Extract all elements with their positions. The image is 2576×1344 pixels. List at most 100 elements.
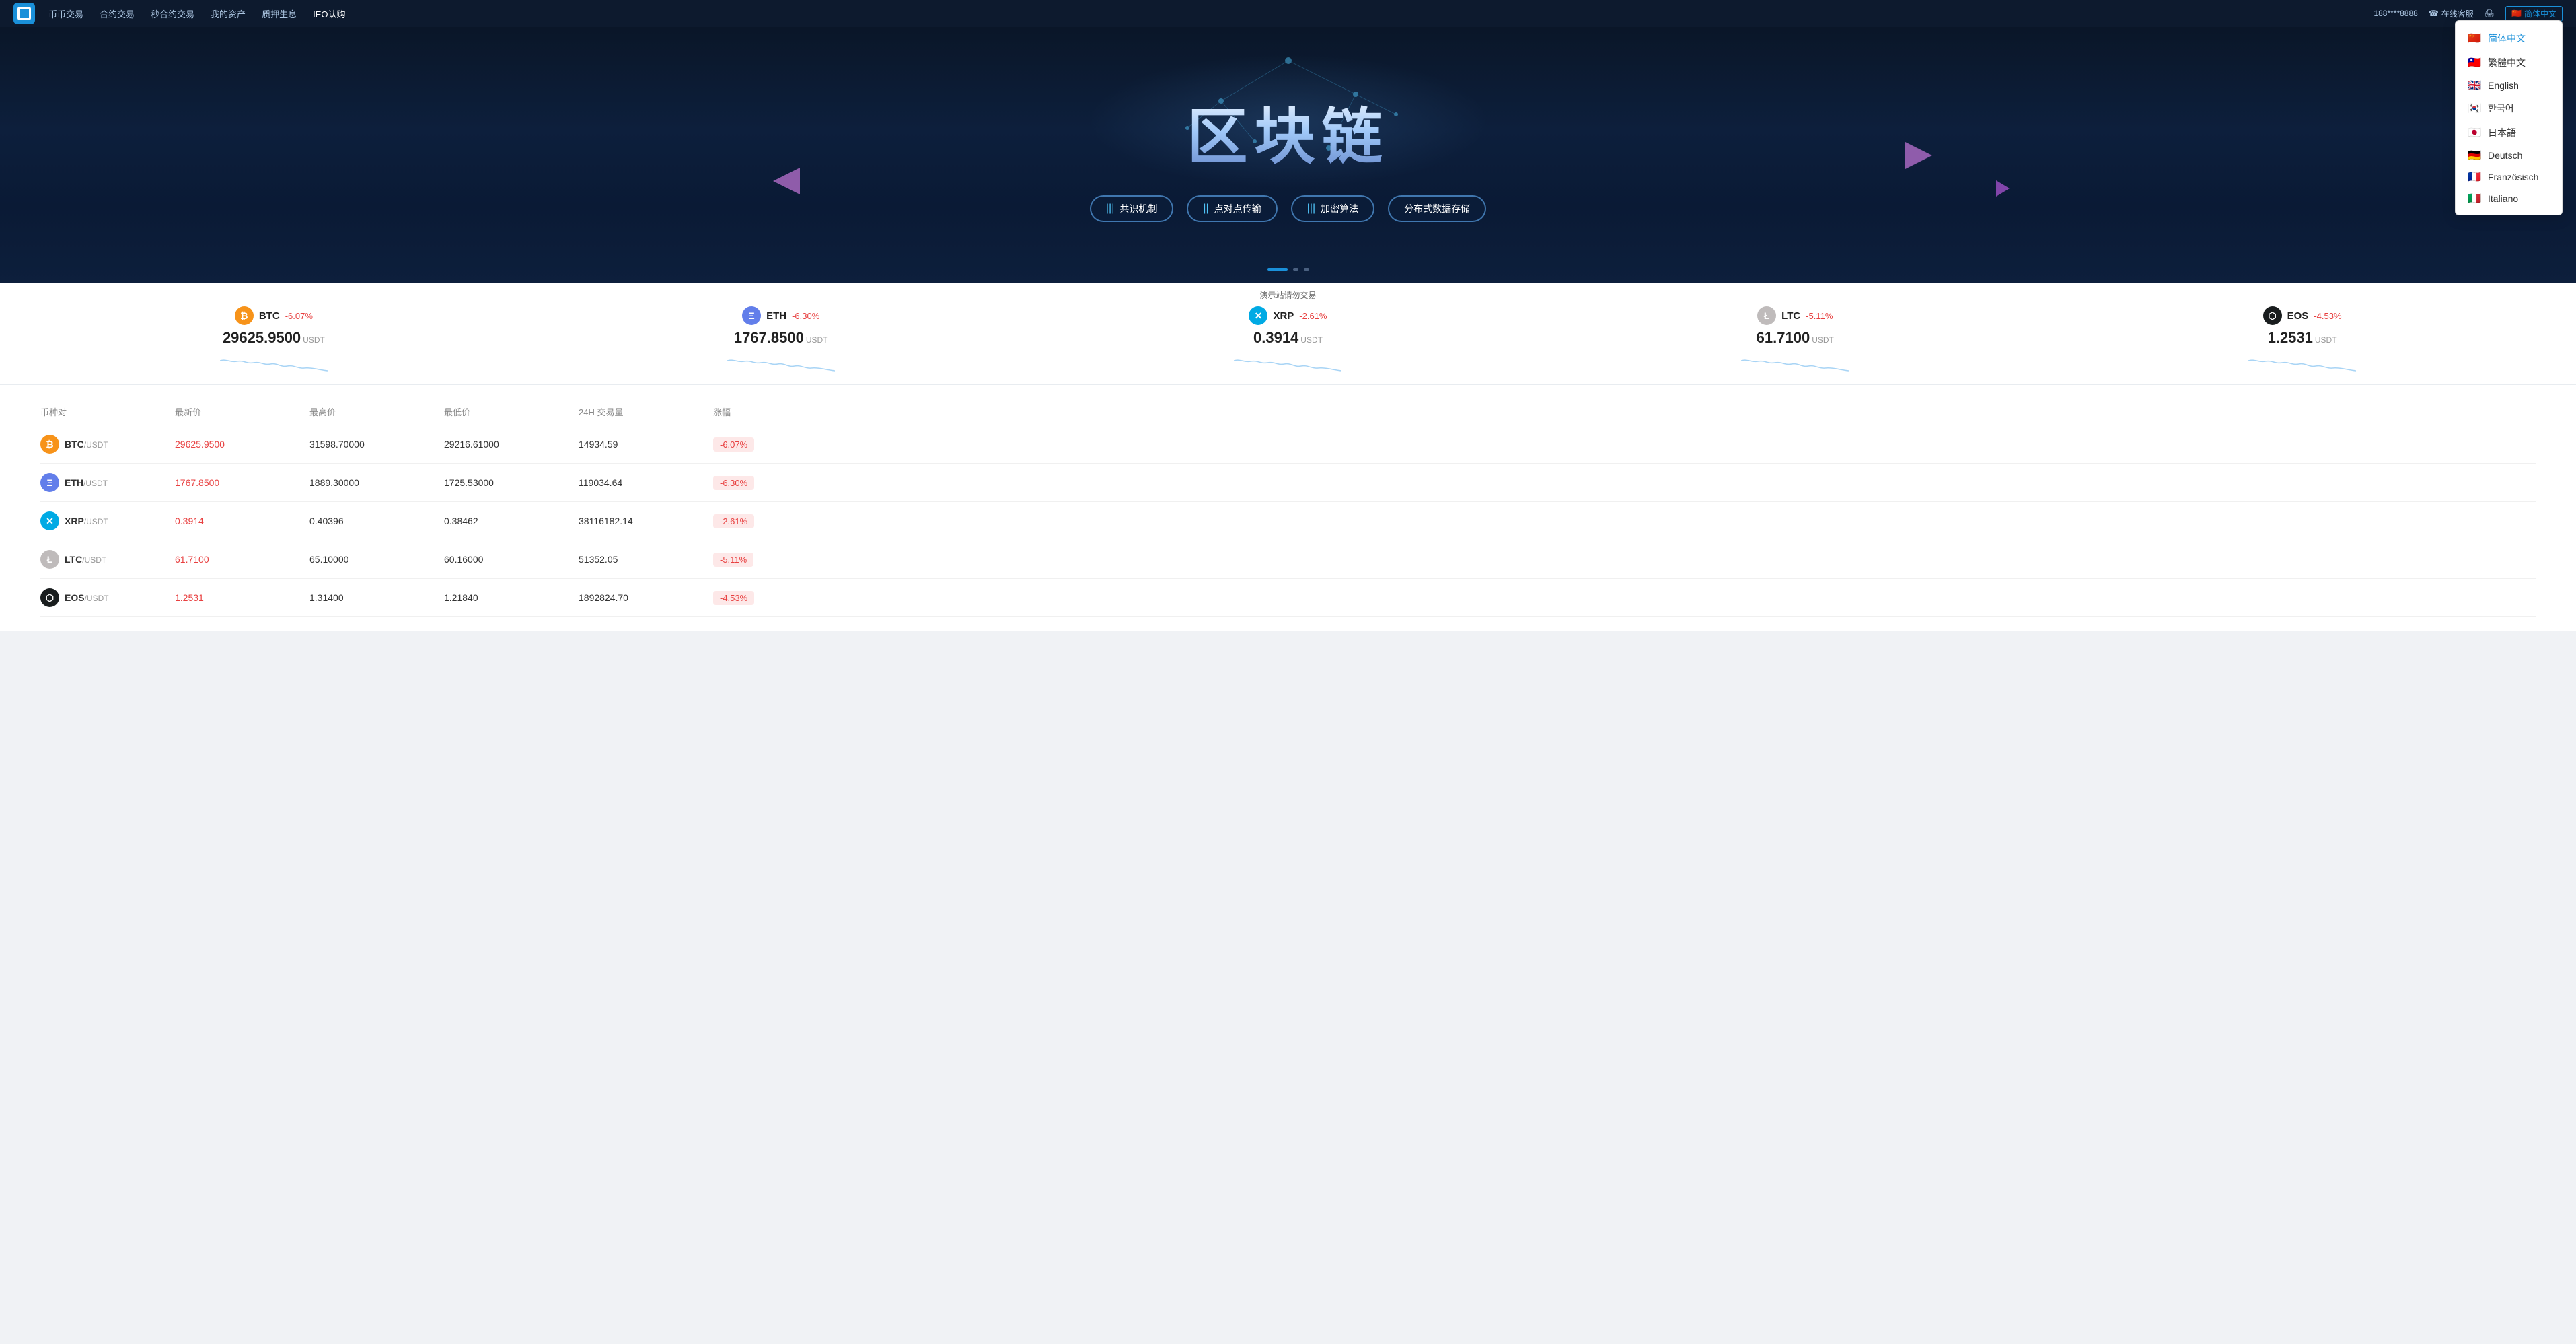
ticker-item-xrp[interactable]: ✕XRP-2.61%0.3914USDT — [1220, 306, 1355, 378]
ticker-price-1: 1767.8500 — [734, 329, 804, 346]
coin-icon-xrp: ✕ — [1249, 306, 1267, 325]
nav-link-2[interactable]: 秒合约交易 — [151, 7, 194, 20]
deco-triangle-small — [1996, 180, 2010, 197]
row-low-4: 1.21840 — [444, 592, 579, 603]
lang-item-zh-TW[interactable]: 🇹🇼繁體中文 — [2456, 50, 2562, 75]
flag-ja: 🇯🇵 — [2468, 128, 2481, 137]
badge-label-0: 共识机制 — [1119, 202, 1157, 215]
row-low-3: 60.16000 — [444, 554, 579, 565]
ticker-chart-0 — [220, 351, 328, 378]
ticker-items: ₿BTC-6.07%29625.9500USDTΞETH-6.30%1767.8… — [27, 306, 2549, 378]
row-change-0: -6.07% — [713, 439, 814, 450]
row-price-4: 1.2531 — [175, 592, 309, 603]
coin-cell-2: ✕XRP/USDT — [40, 511, 175, 530]
table-header-4: 24H 交易量 — [579, 405, 713, 418]
flag-de: 🇩🇪 — [2468, 151, 2481, 160]
ticker-change-1: -6.30% — [792, 311, 819, 321]
table-row[interactable]: ₿BTC/USDT29625.950031598.7000029216.6100… — [40, 425, 2536, 464]
logo[interactable] — [13, 3, 35, 24]
badge-label-2: 加密算法 — [1321, 202, 1358, 215]
table-body: ₿BTC/USDT29625.950031598.7000029216.6100… — [40, 425, 2536, 617]
ticker-coin-name-1: ETH — [766, 310, 786, 322]
coin-cell-4: ⬡EOS/USDT — [40, 588, 175, 607]
lang-item-zh-CN[interactable]: 🇨🇳简体中文 — [2456, 26, 2562, 50]
ticker-unit-3: USDT — [1812, 335, 1834, 345]
ticker-change-0: -6.07% — [285, 311, 313, 321]
ticker-change-4: -4.53% — [2314, 311, 2341, 321]
print-icon[interactable]: 🖨 — [2485, 9, 2495, 18]
lang-dropdown: 🇨🇳简体中文🇹🇼繁體中文🇬🇧English 🇰🇷 한국어 🇯🇵 日本語 🇩🇪Deutsch… — [2455, 20, 2563, 215]
row-vol-3: 51352.05 — [579, 554, 713, 565]
row-change-2: -2.61% — [713, 516, 814, 526]
table-header-5: 涨幅 — [713, 405, 814, 418]
nav-right: 188****8888 ☎ 在线客服 🖨 🇨🇳 简体中文 — [2373, 6, 2563, 22]
ticker-item-eos[interactable]: ⬡EOS-4.53%1.2531USDT — [2235, 306, 2369, 378]
row-low-2: 0.38462 — [444, 516, 579, 526]
nav-lang-button[interactable]: 🇨🇳 简体中文 — [2505, 6, 2563, 22]
coin-cell-3: ŁLTC/USDT — [40, 550, 175, 569]
lang-label-ja: 日本語 — [2488, 126, 2516, 139]
nav-support[interactable]: ☎ 在线客服 — [2429, 8, 2474, 20]
lang-item-ko[interactable]: 🇰🇷 한국어 — [2456, 96, 2562, 120]
row-vol-0: 14934.59 — [579, 439, 713, 450]
badge-icon-0: ||| — [1106, 203, 1114, 215]
hero-badge-0[interactable]: ||| 共识机制 — [1090, 195, 1173, 222]
indicator-2[interactable] — [1293, 268, 1298, 271]
row-vol-4: 1892824.70 — [579, 592, 713, 603]
coin-icon-btc: ₿ — [235, 306, 254, 325]
ticker-item-eth[interactable]: ΞETH-6.30%1767.8500USDT — [714, 306, 848, 378]
nav-links: 币币交易 合约交易 秒合约交易 我的资产 质押生息 IEO认购 — [48, 7, 2373, 20]
indicator-1[interactable] — [1267, 268, 1288, 271]
nav-link-5[interactable]: IEO认购 — [313, 7, 345, 20]
headset-icon: ☎ — [2429, 9, 2439, 18]
table-row[interactable]: ŁLTC/USDT61.710065.1000060.1600051352.05… — [40, 540, 2536, 579]
row-change-1: -6.30% — [713, 477, 814, 488]
hero-badges: ||| 共识机制 || 点对点传输 |||加密算法分布式数据存储 — [1090, 195, 1486, 222]
table-row[interactable]: ⬡EOS/USDT1.25311.314001.218401892824.70-… — [40, 579, 2536, 617]
ticker-label: 演示站请勿交易 — [27, 289, 2549, 301]
hero-section: 区块链 ||| 共识机制 || 点对点传输 |||加密算法分布式数据存储 — [0, 27, 2576, 283]
row-coin-icon-0: ₿ — [40, 435, 59, 454]
ticker-item-ltc[interactable]: ŁLTC-5.11%61.7100USDT — [1728, 306, 1862, 378]
badge-icon-1: || — [1203, 203, 1208, 215]
row-price-3: 61.7100 — [175, 554, 309, 565]
table-header: 币种对最新价最高价最低价24H 交易量涨幅 — [40, 398, 2536, 425]
deco-triangle-right — [1905, 142, 1932, 169]
hero-badge-1[interactable]: || 点对点传输 — [1187, 195, 1277, 222]
ticker-unit-4: USDT — [2315, 335, 2337, 345]
coin-icon-eos: ⬡ — [2263, 306, 2282, 325]
hero-title: 区块链 — [1187, 87, 1389, 175]
lang-item-de[interactable]: 🇩🇪Deutsch — [2456, 145, 2562, 166]
nav-link-0[interactable]: 币币交易 — [48, 7, 83, 20]
hero-badge-3[interactable]: 分布式数据存储 — [1388, 195, 1486, 222]
row-coin-icon-3: Ł — [40, 550, 59, 569]
row-change-3: -5.11% — [713, 554, 814, 565]
nav-link-4[interactable]: 质押生息 — [262, 7, 297, 20]
row-coin-name-1: ETH/USDT — [65, 477, 108, 488]
table-row[interactable]: ✕XRP/USDT0.39140.403960.3846238116182.14… — [40, 502, 2536, 540]
lang-item-it[interactable]: 🇮🇹Italiano — [2456, 188, 2562, 209]
hero-badge-2[interactable]: |||加密算法 — [1291, 195, 1374, 222]
nav-link-1[interactable]: 合约交易 — [100, 7, 135, 20]
table-header-0: 币种对 — [40, 405, 175, 418]
lang-label-fr: Französisch — [2488, 172, 2538, 182]
lang-item-en[interactable]: 🇬🇧English — [2456, 75, 2562, 96]
lang-item-ja[interactable]: 🇯🇵 日本語 — [2456, 120, 2562, 145]
coin-cell-0: ₿BTC/USDT — [40, 435, 175, 454]
nav-link-3[interactable]: 我的资产 — [211, 7, 246, 20]
row-vol-1: 119034.64 — [579, 477, 713, 488]
table-header-1: 最新价 — [175, 405, 309, 418]
indicator-3[interactable] — [1304, 268, 1309, 271]
ticker-item-btc[interactable]: ₿BTC-6.07%29625.9500USDT — [207, 306, 341, 378]
ticker-unit-2: USDT — [1300, 335, 1323, 345]
ticker-coin-name-0: BTC — [259, 310, 280, 322]
row-low-0: 29216.61000 — [444, 439, 579, 450]
lang-label-ko: 한국어 — [2488, 102, 2514, 115]
table-row[interactable]: ΞETH/USDT1767.85001889.300001725.5300011… — [40, 464, 2536, 502]
ticker-coin-name-2: XRP — [1273, 310, 1294, 322]
row-high-4: 1.31400 — [309, 592, 444, 603]
lang-item-fr[interactable]: 🇫🇷Französisch — [2456, 166, 2562, 188]
flag-ko: 🇰🇷 — [2468, 104, 2481, 113]
nav-user[interactable]: 188****8888 — [2373, 9, 2417, 18]
badge-label-1: 点对点传输 — [1214, 202, 1261, 215]
